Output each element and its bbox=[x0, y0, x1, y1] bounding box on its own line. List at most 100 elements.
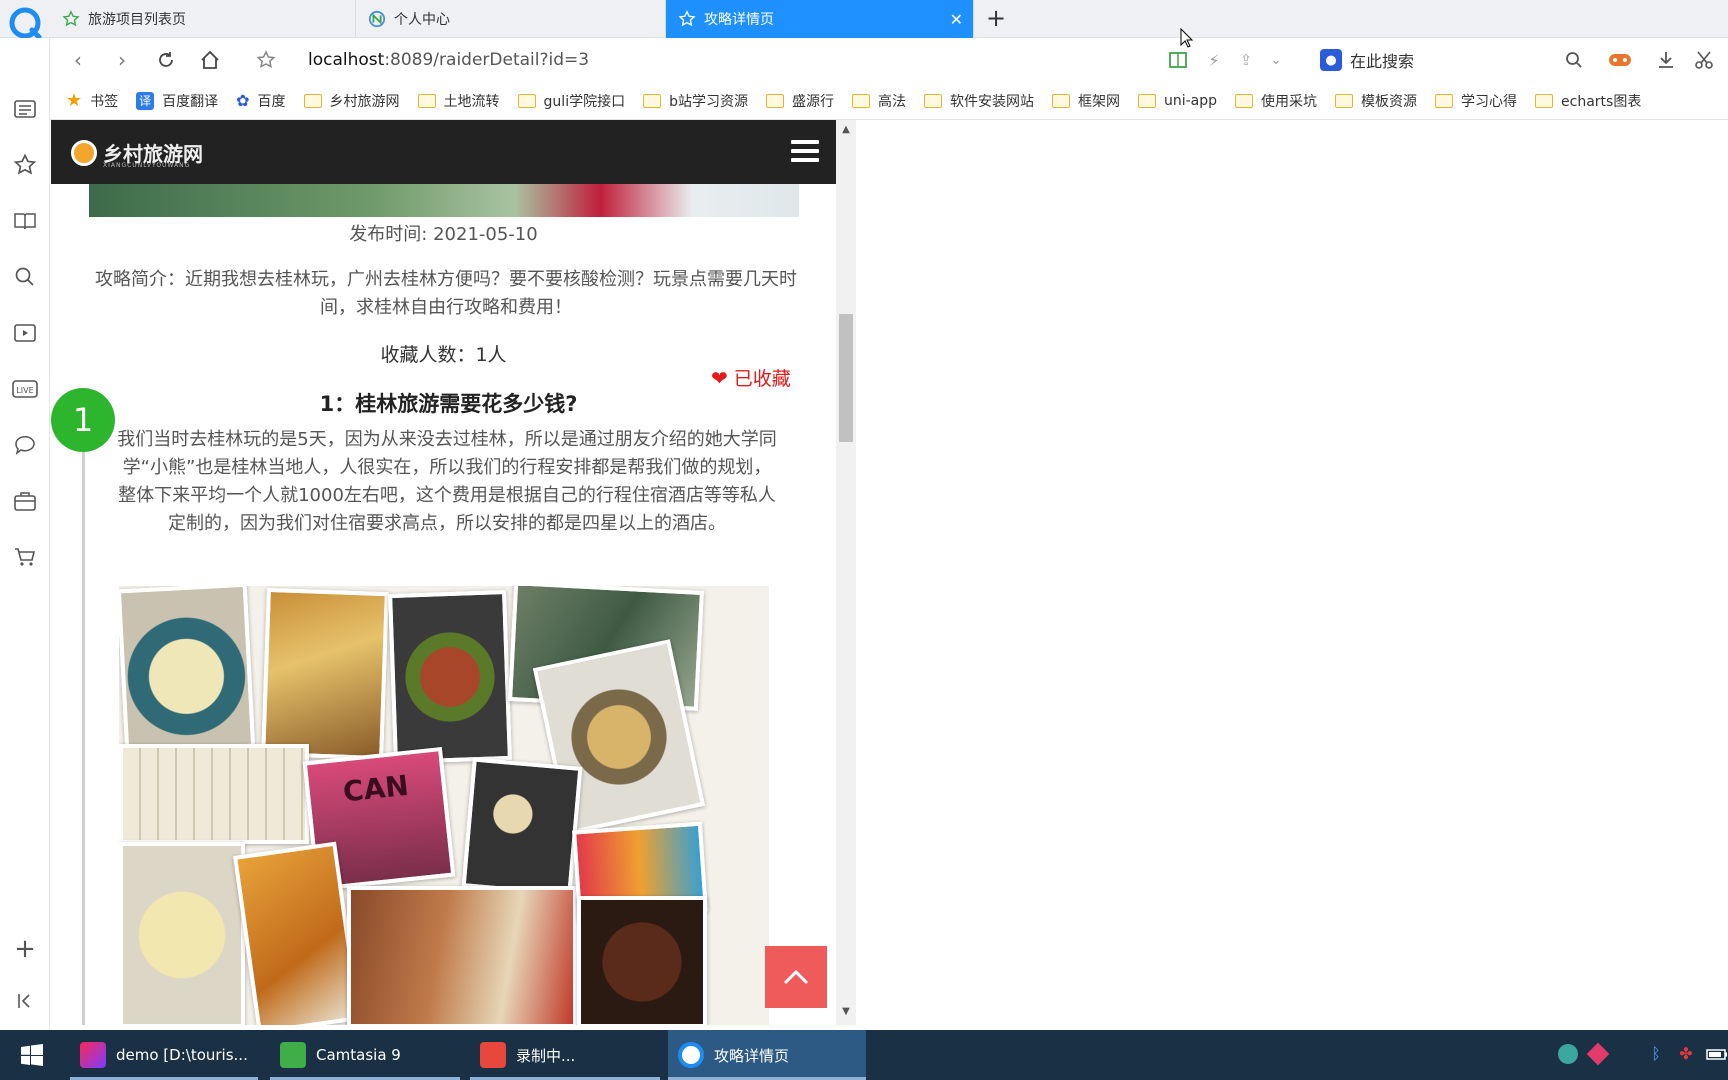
book-icon[interactable] bbox=[12, 208, 38, 234]
photo-tofu bbox=[119, 744, 309, 844]
favorites-star-icon[interactable] bbox=[12, 152, 38, 178]
folder-icon bbox=[303, 93, 322, 108]
taskbar-item-recorder[interactable]: 录制中... bbox=[470, 1030, 660, 1080]
bookmark-item[interactable]: 译 百度翻译 bbox=[136, 91, 218, 111]
bookmark-folder[interactable]: 高法 bbox=[851, 91, 906, 111]
bookmark-item[interactable]: ✿ 百度 bbox=[236, 91, 285, 111]
game-controller-icon[interactable] bbox=[1608, 48, 1632, 72]
mouse-cursor-icon bbox=[1180, 28, 1194, 48]
folder-icon bbox=[923, 93, 942, 108]
page-scrollbar[interactable]: ▲ ▼ bbox=[836, 120, 856, 1025]
photo-xiaolongbao bbox=[461, 757, 583, 897]
taskbar-item-intellij[interactable]: demo [D:\touris... bbox=[70, 1030, 258, 1080]
battery-icon[interactable] bbox=[1706, 1044, 1728, 1064]
browser-sidebar: LIVE + bbox=[0, 38, 50, 1030]
share-icon[interactable]: ⇪ bbox=[1234, 48, 1258, 72]
taskbar-item-browser[interactable]: 攻略详情页 bbox=[668, 1030, 866, 1080]
back-to-top-button[interactable] bbox=[765, 946, 827, 1008]
folder-icon bbox=[851, 93, 870, 108]
bookmark-item[interactable]: ★ 书签 bbox=[66, 90, 118, 111]
step-title: 1：桂林旅游需要花多少钱? bbox=[319, 392, 578, 416]
tray-app-icon[interactable] bbox=[1558, 1044, 1578, 1064]
forward-arrow-icon[interactable]: › bbox=[110, 48, 134, 72]
address-bar[interactable]: localhost:8089/raiderDetail?id=3 bbox=[308, 50, 589, 70]
recorder-icon bbox=[480, 1042, 506, 1068]
download-icon[interactable] bbox=[1654, 48, 1678, 72]
bookmark-folder[interactable]: 盛源行 bbox=[765, 91, 834, 111]
publish-time: 发布时间: 2021-05-10 bbox=[349, 224, 538, 245]
baidu-paw-icon[interactable]: ● bbox=[1320, 49, 1342, 71]
bookmark-folder[interactable]: 软件安装网站 bbox=[923, 91, 1034, 111]
news-icon[interactable] bbox=[12, 96, 38, 122]
scroll-down-arrow-icon[interactable]: ▼ bbox=[840, 1006, 852, 1017]
collapse-sidebar-icon[interactable] bbox=[12, 988, 38, 1014]
tab-strip: 旅游项目列表页 个人中心 攻略详情页 ✕ + bbox=[0, 0, 1728, 40]
taskbar-label: 攻略详情页 bbox=[714, 1046, 790, 1065]
browser-icon bbox=[678, 1042, 704, 1068]
taskbar-item-camtasia[interactable]: Camtasia 9 bbox=[270, 1030, 460, 1080]
windows-start-icon[interactable] bbox=[20, 1043, 44, 1067]
tray-cube-icon[interactable] bbox=[1586, 1042, 1610, 1066]
windows-taskbar: demo [D:\touris... Camtasia 9 录制中... 攻略详… bbox=[0, 1030, 1728, 1080]
cart-icon[interactable] bbox=[12, 544, 38, 570]
tray-network-icon[interactable]: ✤ bbox=[1676, 1044, 1696, 1064]
scissors-icon[interactable] bbox=[1692, 48, 1716, 72]
back-arrow-icon[interactable]: ‹ bbox=[66, 48, 90, 72]
bookmark-folder[interactable]: b站学习资源 bbox=[643, 91, 748, 111]
taskbar-label: demo [D:\touris... bbox=[116, 1046, 248, 1064]
bookmark-label: 学习心得 bbox=[1461, 93, 1518, 110]
url-host: localhost bbox=[308, 50, 385, 70]
tab-personal-center[interactable]: 个人中心 bbox=[356, 0, 666, 38]
bookmark-folder[interactable]: 乡村旅游网 bbox=[303, 91, 400, 111]
bookmark-folder[interactable]: 土地流转 bbox=[417, 91, 500, 111]
bookmark-label: guli学院接口 bbox=[543, 93, 626, 110]
bookmark-folder[interactable]: echarts图表 bbox=[1535, 91, 1641, 111]
intellij-icon bbox=[80, 1042, 106, 1068]
site-logo[interactable]: 乡村旅游网 XIANGCUNLVYOUWANG bbox=[71, 138, 203, 169]
home-icon[interactable] bbox=[198, 48, 222, 72]
add-icon[interactable]: + bbox=[12, 934, 38, 964]
bookmark-folder[interactable]: 模板资源 bbox=[1335, 91, 1417, 111]
reader-mode-icon[interactable] bbox=[1166, 48, 1190, 72]
bookmark-label: uni-app bbox=[1163, 92, 1218, 109]
folder-icon bbox=[517, 93, 536, 108]
bluetooth-icon[interactable]: ᛒ bbox=[1646, 1044, 1666, 1064]
timeline-line bbox=[82, 452, 85, 1025]
bookmark-folder[interactable]: uni-app bbox=[1137, 92, 1218, 109]
page-viewport: 乡村旅游网 XIANGCUNLVYOUWANG 发布时间: 2021-05-10… bbox=[51, 120, 836, 1025]
search-input[interactable]: 在此搜索 bbox=[1350, 48, 1414, 72]
favorite-button[interactable]: ❤ 已收藏 bbox=[711, 364, 791, 391]
live-icon[interactable]: LIVE bbox=[12, 376, 38, 402]
tab-label: 旅游项目列表页 bbox=[88, 12, 186, 28]
tab-travel-list[interactable]: 旅游项目列表页 bbox=[50, 0, 356, 38]
food-collage-image: CAN bbox=[119, 586, 769, 1025]
video-icon[interactable] bbox=[12, 320, 38, 346]
browser-logo-icon[interactable] bbox=[8, 6, 44, 42]
new-tab-button[interactable]: + bbox=[986, 4, 1006, 32]
close-tab-icon[interactable]: ✕ bbox=[950, 10, 963, 29]
search-icon[interactable] bbox=[1562, 48, 1586, 72]
menu-icon[interactable] bbox=[791, 140, 819, 162]
lightning-icon[interactable]: ⚡ bbox=[1202, 48, 1226, 72]
bookmark-label: echarts图表 bbox=[1561, 93, 1642, 110]
bookmark-label: 高法 bbox=[877, 93, 906, 110]
scroll-up-arrow-icon[interactable]: ▲ bbox=[840, 124, 852, 135]
bookmark-folder[interactable]: 使用采坑 bbox=[1235, 91, 1317, 111]
step-text: 我们当时去桂林玩的是5天，因为从来没去过桂林，所以是通过朋友介绍的她大学同学“小… bbox=[117, 429, 777, 534]
bookmark-folder[interactable]: 学习心得 bbox=[1435, 91, 1517, 111]
search-box[interactable]: ● 在此搜索 bbox=[1320, 46, 1650, 74]
chevron-down-icon[interactable]: ⌄ bbox=[1264, 48, 1288, 72]
tab-raider-detail[interactable]: 攻略详情页 ✕ bbox=[666, 0, 974, 38]
bookmark-star-icon[interactable] bbox=[254, 48, 278, 72]
briefcase-icon[interactable] bbox=[12, 488, 38, 514]
scrollbar-thumb[interactable] bbox=[839, 314, 853, 442]
bookmarks-bar: ★ 书签 译 百度翻译 ✿ 百度 乡村旅游网 土地流转 guli学院接口 b站学… bbox=[50, 82, 1728, 120]
bookmark-folder[interactable]: 框架网 bbox=[1051, 91, 1120, 111]
chat-icon[interactable] bbox=[12, 432, 38, 458]
bookmark-folder[interactable]: guli学院接口 bbox=[517, 91, 626, 111]
photo-soup bbox=[119, 586, 256, 755]
folder-icon bbox=[1051, 93, 1070, 108]
reload-icon[interactable] bbox=[154, 48, 178, 72]
bookmark-label: 盛源行 bbox=[791, 93, 834, 110]
search-icon[interactable] bbox=[12, 264, 38, 290]
